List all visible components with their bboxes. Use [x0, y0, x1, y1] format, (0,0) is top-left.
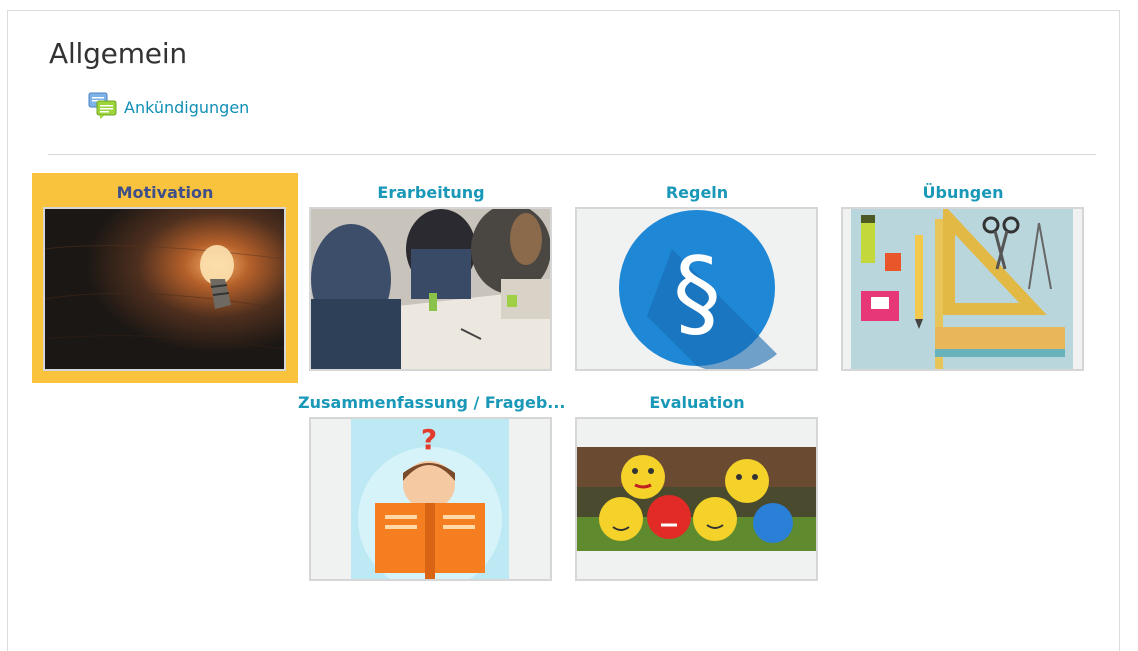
announcements-link[interactable]: Ankündigungen — [88, 91, 249, 124]
tile-title: Evaluation — [649, 393, 745, 412]
tile-zusammenfassung[interactable]: Zusammenfassung / Frageb... ? — [298, 383, 564, 593]
tile-regeln[interactable]: Regeln § — [564, 173, 830, 383]
tile-title: Erarbeitung — [377, 183, 485, 202]
tile-title: Zusammenfassung / Frageb... — [298, 393, 564, 412]
reading-child-image: ? — [309, 417, 552, 581]
tile-uebungen[interactable]: Übungen — [830, 173, 1096, 383]
svg-text:§: § — [673, 237, 721, 349]
tile-evaluation[interactable]: Evaluation — [564, 383, 830, 593]
paragraph-sign-image: § — [575, 207, 818, 371]
emoji-balls-image — [575, 417, 818, 581]
group-work-image — [309, 207, 552, 371]
school-supplies-image — [841, 207, 1084, 371]
tile-title: Regeln — [665, 183, 729, 202]
svg-text:?: ? — [421, 423, 437, 456]
tile-erarbeitung[interactable]: Erarbeitung — [298, 173, 564, 383]
tile-motivation[interactable]: Motivation — [32, 173, 298, 383]
course-section: Allgemein Ankündigungen Motivation Erarb… — [7, 10, 1120, 651]
tile-title: Motivation — [116, 183, 214, 202]
section-title: Allgemein — [49, 37, 187, 70]
lightbulb-image — [43, 207, 286, 371]
announcements-label: Ankündigungen — [124, 98, 250, 117]
section-divider — [48, 154, 1096, 155]
forum-icon — [88, 91, 118, 124]
tile-title: Übungen — [922, 183, 1004, 202]
